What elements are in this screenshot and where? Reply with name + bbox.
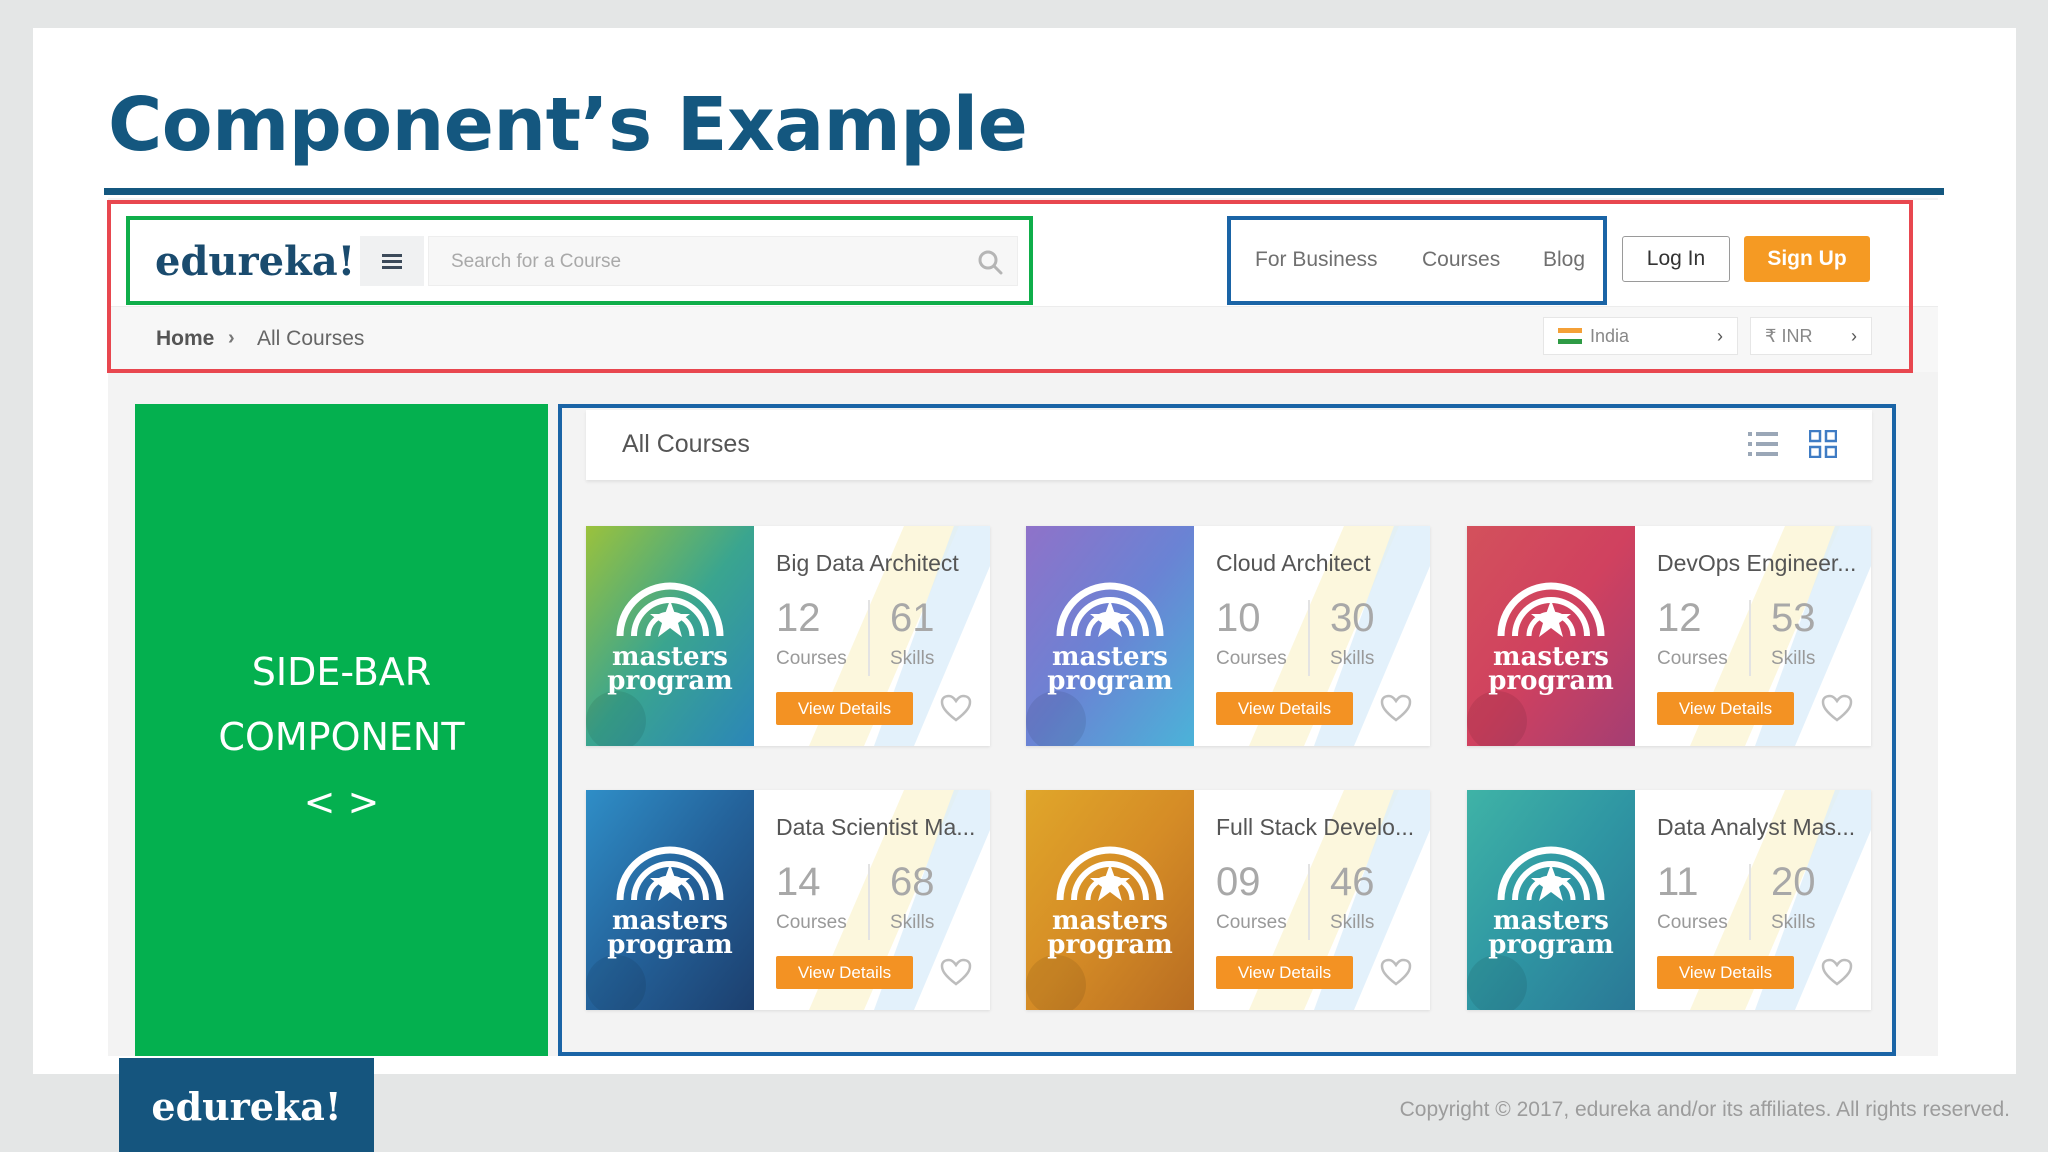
sidebar-label: SIDE-BAR COMPONENT < >	[135, 640, 548, 835]
currency-label: ₹ INR	[1765, 325, 1813, 346]
list-view-icon[interactable]	[1748, 430, 1778, 458]
course-card[interactable]: masters program Data Scientist Ma... 14 …	[586, 790, 990, 1010]
view-details-button[interactable]: View Details	[776, 956, 913, 989]
course-count-label: Courses	[1216, 912, 1287, 933]
stat-divider	[1749, 600, 1751, 676]
country-selector[interactable]: India ›	[1543, 317, 1738, 355]
skill-count-label: Skills	[890, 912, 935, 933]
view-details-button[interactable]: View Details	[1216, 956, 1353, 989]
course-card[interactable]: masters program Full Stack Develo... 09 …	[1026, 790, 1430, 1010]
course-name[interactable]: DevOps Engineer...	[1657, 550, 1856, 577]
grid-view-icon[interactable]	[1809, 430, 1837, 458]
nav-for-business[interactable]: For Business	[1255, 248, 1378, 272]
skill-count-label: Skills	[1330, 648, 1375, 669]
badge-text-program: program	[607, 666, 733, 696]
course-count: 11	[1657, 860, 1699, 904]
skill-count: 46	[1330, 860, 1375, 904]
stat-divider	[1308, 600, 1310, 676]
course-count: 12	[776, 596, 821, 640]
skill-count: 53	[1771, 596, 1816, 640]
course-count: 09	[1216, 860, 1261, 904]
course-card[interactable]: masters program Big Data Architect 12 Co…	[586, 526, 990, 746]
hamburger-icon	[382, 254, 402, 269]
course-card[interactable]: masters program Data Analyst Mas... 11 C…	[1467, 790, 1871, 1010]
chevron-right-icon: ›	[228, 327, 235, 349]
view-details-button[interactable]: View Details	[1216, 692, 1353, 725]
heart-icon[interactable]	[1821, 694, 1853, 722]
nav-courses[interactable]: Courses	[1422, 248, 1500, 272]
badge-text-masters: masters	[1493, 906, 1609, 936]
skill-count-label: Skills	[1771, 912, 1816, 933]
search-icon[interactable]	[977, 249, 1003, 275]
sidebar-label-line2: COMPONENT	[218, 715, 465, 759]
breadcrumb-home[interactable]: Home	[156, 327, 214, 351]
heart-icon[interactable]	[1380, 694, 1412, 722]
course-name[interactable]: Full Stack Develo...	[1216, 814, 1414, 841]
skill-count: 68	[890, 860, 935, 904]
search-placeholder: Search for a Course	[451, 251, 622, 272]
skill-count: 61	[890, 596, 935, 640]
stat-divider	[868, 600, 870, 676]
badge-text-program: program	[1488, 666, 1614, 696]
signup-button[interactable]: Sign Up	[1744, 236, 1870, 282]
badge-text-program: program	[1047, 930, 1173, 960]
badge-text-masters: masters	[1052, 642, 1168, 672]
heart-icon[interactable]	[1821, 958, 1853, 986]
badge-text-masters: masters	[612, 906, 728, 936]
course-name[interactable]: Cloud Architect	[1216, 550, 1371, 577]
title-divider	[104, 188, 1944, 195]
heart-icon[interactable]	[940, 694, 972, 722]
country-label: India	[1590, 325, 1630, 346]
login-button[interactable]: Log In	[1622, 236, 1730, 282]
skill-count: 20	[1771, 860, 1816, 904]
course-name[interactable]: Data Scientist Ma...	[776, 814, 975, 841]
course-count: 12	[1657, 596, 1702, 640]
badge-text-masters: masters	[1052, 906, 1168, 936]
site-logo[interactable]: edureka!	[155, 238, 355, 285]
badge-text-program: program	[1488, 930, 1614, 960]
currency-selector[interactable]: ₹ INR ›	[1750, 317, 1872, 355]
footer-logo: edureka!	[151, 1084, 342, 1129]
heart-icon[interactable]	[940, 958, 972, 986]
badge-text-masters: masters	[612, 642, 728, 672]
stat-divider	[1749, 864, 1751, 940]
view-details-button[interactable]: View Details	[776, 692, 913, 725]
skill-count-label: Skills	[1330, 912, 1375, 933]
heart-icon[interactable]	[1380, 958, 1412, 986]
course-name[interactable]: Big Data Architect	[776, 550, 959, 577]
breadcrumb-current: All Courses	[257, 327, 365, 350]
nav-blog[interactable]: Blog	[1543, 248, 1585, 272]
course-card[interactable]: masters program DevOps Engineer... 12 Co…	[1467, 526, 1871, 746]
badge-text-program: program	[1047, 666, 1173, 696]
course-search-input[interactable]: Search for a Course	[428, 236, 1018, 286]
view-details-button[interactable]: View Details	[1657, 692, 1794, 725]
course-count-label: Courses	[776, 912, 847, 933]
course-count-label: Courses	[776, 648, 847, 669]
stat-divider	[868, 864, 870, 940]
stat-divider	[1308, 864, 1310, 940]
course-count-label: Courses	[1657, 648, 1728, 669]
view-details-button[interactable]: View Details	[1657, 956, 1794, 989]
chevron-right-icon: ›	[1851, 325, 1857, 346]
skill-count-label: Skills	[1771, 648, 1816, 669]
course-count: 10	[1216, 596, 1261, 640]
badge-text-program: program	[607, 930, 733, 960]
course-card[interactable]: masters program Cloud Architect 10 Cours…	[1026, 526, 1430, 746]
course-count: 14	[776, 860, 821, 904]
sidebar-label-line1: SIDE-BAR	[251, 650, 432, 694]
sidebar-label-line3: < >	[303, 780, 380, 824]
course-count-label: Courses	[1657, 912, 1728, 933]
skill-count: 30	[1330, 596, 1375, 640]
chevron-right-icon: ›	[1717, 325, 1723, 346]
skill-count-label: Skills	[890, 648, 935, 669]
courses-title: All Courses	[622, 430, 750, 458]
hamburger-menu-button[interactable]	[360, 236, 424, 286]
courses-header: All Courses	[586, 410, 1872, 480]
slide-title: Component’s Example	[108, 82, 1028, 168]
badge-text-masters: masters	[1493, 642, 1609, 672]
course-count-label: Courses	[1216, 648, 1287, 669]
course-name[interactable]: Data Analyst Mas...	[1657, 814, 1855, 841]
copyright-text: Copyright © 2017, edureka and/or its aff…	[1399, 1098, 2010, 1121]
india-flag-icon	[1558, 328, 1582, 344]
